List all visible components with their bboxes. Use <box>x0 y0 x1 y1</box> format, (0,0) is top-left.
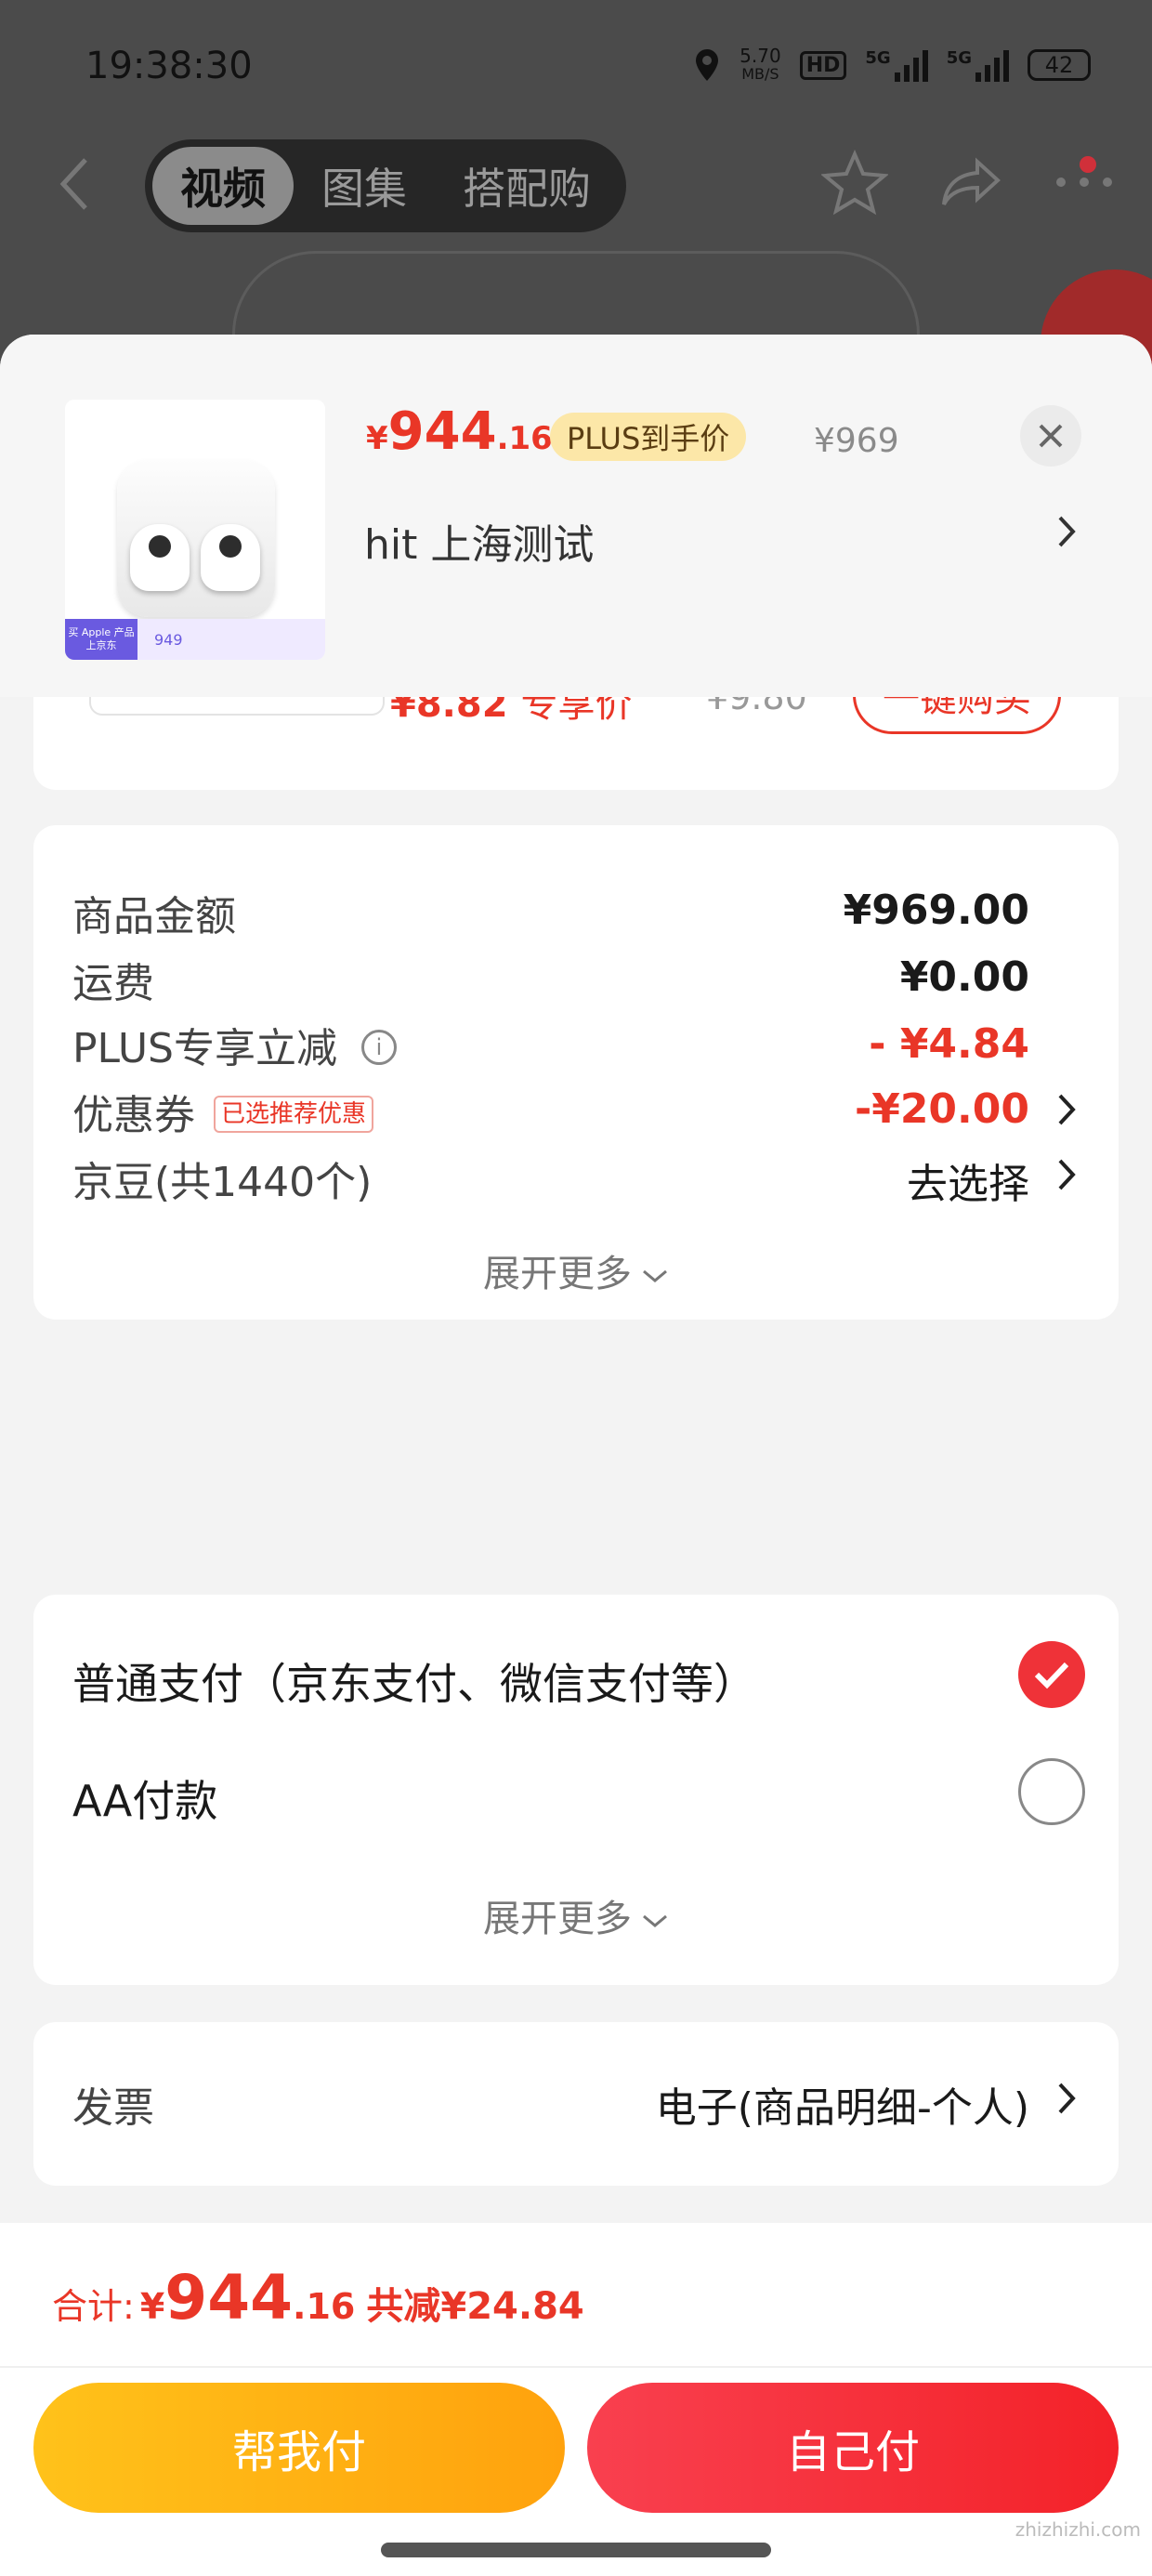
shipping-value: ¥0.00 <box>899 953 1029 1001</box>
total-savings: 共减¥24.84 <box>366 2285 584 2328</box>
normal-payment-option[interactable]: 普通支付（京东支付、微信支付等） <box>72 1650 756 1712</box>
variant-selector[interactable]: hit 上海测试 <box>364 511 594 571</box>
goods-amount-label: 商品金额 <box>72 893 236 940</box>
info-icon[interactable]: i <box>361 1030 397 1065</box>
pay-myself-button[interactable]: 自己付 <box>587 2383 1119 2513</box>
coupon-label: 优惠券 <box>72 1092 195 1139</box>
help-me-pay-button[interactable]: 帮我付 <box>33 2383 565 2513</box>
plus-discount-label: PLUS专享立减 <box>72 1025 337 1072</box>
back-icon[interactable] <box>56 156 93 212</box>
chevron-right-icon[interactable] <box>1057 2082 1076 2115</box>
plus-discount-value: - ¥4.84 <box>869 1020 1029 1068</box>
airpods-case <box>117 459 275 617</box>
close-button[interactable] <box>1020 405 1081 467</box>
background-page: 19:38:30 5.70 MB/S HD 5G 5G 42 视频 图集 搭配购 <box>0 0 1152 372</box>
image-promo-price: 949 <box>154 630 183 649</box>
media-tabs: 视频 图集 搭配购 <box>145 139 626 232</box>
check-icon <box>1034 1662 1069 1689</box>
signal-5g-icon: 5G <box>865 48 928 82</box>
status-time: 19:38:30 <box>85 45 253 87</box>
signal-5g-icon-2: 5G <box>947 48 1009 82</box>
product-price: ¥944.16 <box>366 401 553 462</box>
original-price: ¥969 <box>814 422 899 460</box>
net-speed: 5.70 MB/S <box>740 45 781 83</box>
tab-gallery[interactable]: 图集 <box>294 147 435 225</box>
close-icon <box>1039 424 1063 448</box>
price-summary-card: 商品金额 ¥969.00 运费 ¥0.00 PLUS专享立减 i - ¥4.84 … <box>33 825 1119 1320</box>
payment-method-card: 普通支付（京东支付、微信支付等） AA付款 展开更多 <box>33 1595 1119 1985</box>
jd-beans-label: 京豆(共1440个) <box>72 1159 373 1206</box>
aa-payment-radio[interactable] <box>1018 1758 1085 1825</box>
total-amount: 合计: ¥944.16 共减¥24.84 <box>52 2262 584 2333</box>
hd-icon: HD <box>799 50 847 80</box>
coupon-row[interactable]: 优惠券 已选推荐优惠 <box>72 1082 374 1141</box>
goods-amount-value: ¥969.00 <box>843 887 1029 934</box>
share-icon[interactable] <box>940 154 1001 210</box>
invoice-value[interactable]: 电子(商品明细-个人) <box>656 2074 1029 2134</box>
invoice-card[interactable]: 发票 电子(商品明细-个人) <box>33 2022 1119 2186</box>
chevron-right-icon[interactable] <box>1057 515 1076 548</box>
shipping-label: 运费 <box>72 960 154 1007</box>
home-indicator <box>381 2543 771 2557</box>
more-dots-icon[interactable] <box>1054 173 1115 191</box>
coupon-badge: 已选推荐优惠 <box>214 1096 374 1133</box>
expand-more-summary[interactable]: 展开更多 <box>33 1243 1119 1297</box>
tab-bundle[interactable]: 搭配购 <box>435 147 619 225</box>
plus-price-tag: PLUS到手价 <box>550 413 747 461</box>
chevron-down-icon <box>643 1914 667 1927</box>
location-icon <box>696 49 719 81</box>
coupon-value[interactable]: -¥20.00 <box>855 1085 1029 1133</box>
status-indicators: 5.70 MB/S HD 5G 5G 42 <box>693 46 1091 84</box>
chevron-down-icon <box>643 1269 667 1282</box>
chevron-right-icon[interactable] <box>1057 1093 1076 1126</box>
aa-payment-option[interactable]: AA付款 <box>72 1768 217 1829</box>
watermark: zhizhizhi.com <box>1015 2518 1141 2541</box>
product-header: 买 Apple 产品 上京东 949 ¥944.16 PLUS到手价 ¥969 … <box>0 335 1152 697</box>
earbud-right <box>201 524 260 591</box>
battery-icon: 42 <box>1028 49 1091 81</box>
divider <box>0 2366 1152 2368</box>
tab-video[interactable]: 视频 <box>152 147 294 225</box>
image-promo-strip: 买 Apple 产品 上京东 949 <box>65 619 325 660</box>
earbud-left <box>130 524 190 591</box>
favorite-star-icon[interactable] <box>821 149 888 216</box>
plus-discount-row: PLUS专享立减 i <box>72 1015 397 1074</box>
invoice-label: 发票 <box>72 2084 154 2132</box>
chevron-right-icon[interactable] <box>1057 1158 1076 1191</box>
product-image[interactable]: 买 Apple 产品 上京东 949 <box>65 400 325 660</box>
checkout-bottom-bar: 合计: ¥944.16 共减¥24.84 帮我付 自己付 <box>0 2223 1152 2576</box>
image-promo-tag: 买 Apple 产品 上京东 <box>65 619 137 660</box>
notification-dot <box>1080 156 1096 173</box>
jd-beans-select[interactable]: 去选择 <box>907 1150 1029 1210</box>
expand-more-payment[interactable]: 展开更多 <box>33 1888 1119 1942</box>
normal-payment-radio[interactable] <box>1018 1641 1085 1708</box>
top-actions <box>821 149 1115 216</box>
